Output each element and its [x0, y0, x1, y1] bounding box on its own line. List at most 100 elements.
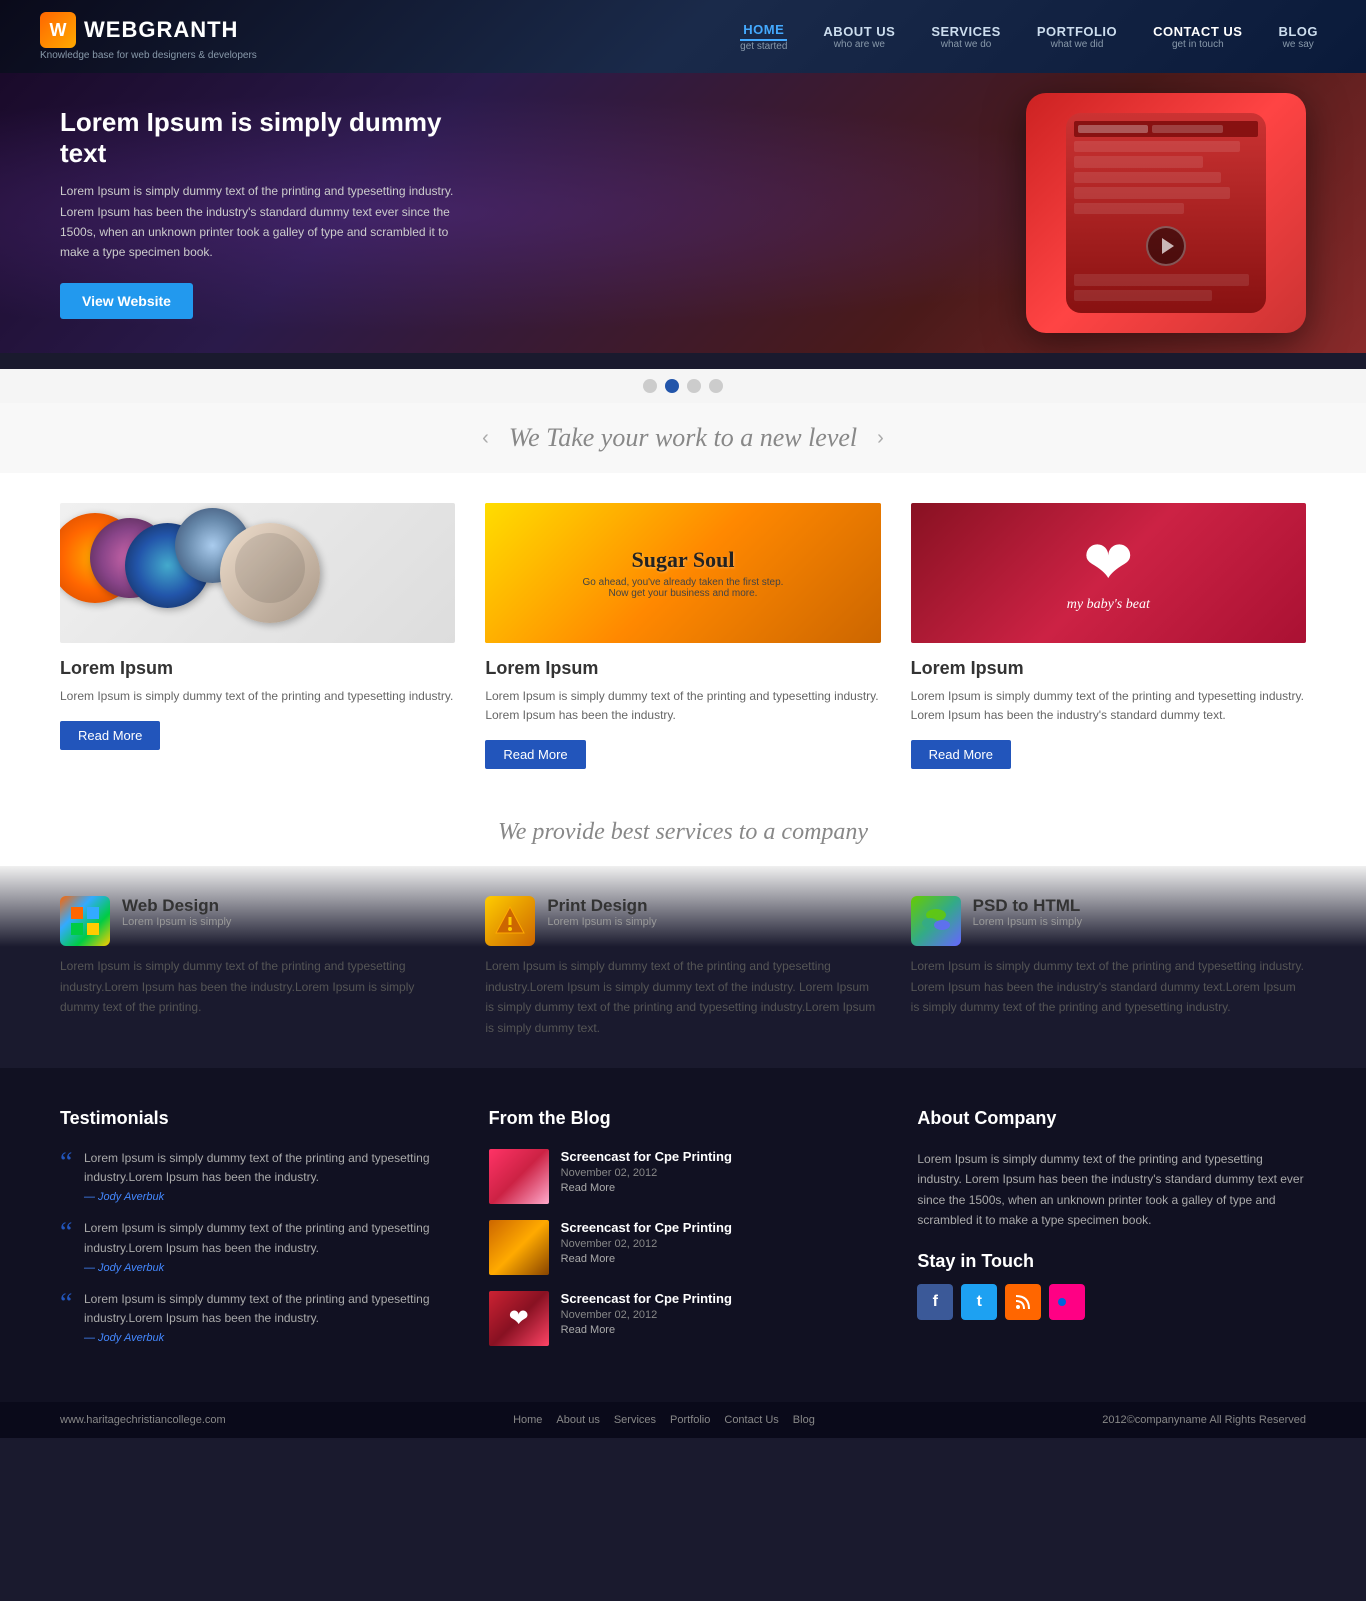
print-icon — [485, 896, 535, 946]
nav-services[interactable]: SERVICES what we do — [923, 20, 1009, 54]
portfolio-image-2: Sugar Soul Go ahead, you've already take… — [485, 503, 880, 643]
logo-area: W WEBGRANTH Knowledge base for web desig… — [40, 12, 257, 61]
services-tagline-text: We provide best services to a company — [60, 819, 1306, 846]
psd-title: PSD to HTML — [973, 896, 1082, 916]
quote-icon-1: “ — [60, 1149, 72, 1177]
testimonial-2: “ Lorem Ipsum is simply dummy text of th… — [60, 1219, 449, 1273]
nav-home[interactable]: HOME get started — [732, 18, 795, 56]
psd-icon — [911, 896, 961, 946]
nav-contact[interactable]: CONTACT US get in touch — [1145, 20, 1250, 54]
facebook-icon[interactable]: f — [917, 1284, 953, 1320]
flickr-icon[interactable] — [1049, 1284, 1085, 1320]
footer-link-portfolio[interactable]: Portfolio — [670, 1414, 710, 1426]
blog-read-more-2[interactable]: Read More — [561, 1253, 732, 1265]
logo-image: W WEBGRANTH — [40, 12, 257, 48]
portfolio-image-3: ❤ my baby's beat — [911, 503, 1306, 643]
print-desc: Lorem Ipsum is simply dummy text of the … — [485, 956, 880, 1038]
read-more-button-1[interactable]: Read More — [60, 721, 160, 750]
portfolio-title-2: Lorem Ipsum — [485, 658, 880, 679]
footer-url: www.haritagechristiancollege.com — [60, 1414, 226, 1426]
dot-1[interactable] — [643, 379, 657, 393]
read-more-button-3[interactable]: Read More — [911, 740, 1011, 769]
testimonials-title: Testimonials — [60, 1108, 449, 1129]
blog-content-2: Screencast for Cpe Printing November 02,… — [561, 1220, 732, 1265]
hero-text: Lorem Ipsum is simply dummy text of the … — [60, 181, 460, 263]
footer-link-home[interactable]: Home — [513, 1414, 542, 1426]
nav-services-label: SERVICES — [931, 24, 1001, 39]
nav-contact-sub: get in touch — [1153, 39, 1242, 50]
blog-read-more-3[interactable]: Read More — [561, 1324, 732, 1336]
footer-link-services[interactable]: Services — [614, 1414, 656, 1426]
about-column: About Company Lorem Ipsum is simply dumm… — [917, 1108, 1306, 1362]
blog-date-2: November 02, 2012 — [561, 1238, 732, 1250]
nav-services-sub: what we do — [931, 39, 1001, 50]
footer-bar: www.haritagechristiancollege.com Home Ab… — [0, 1402, 1366, 1438]
nav-about-label: ABOUT US — [823, 24, 895, 39]
hero-dots — [0, 369, 1366, 403]
nav-blog-sub: we say — [1278, 39, 1318, 50]
footer-link-contact[interactable]: Contact Us — [724, 1414, 778, 1426]
blog-title-2: Screencast for Cpe Printing — [561, 1220, 732, 1235]
blog-thumb-1 — [489, 1149, 549, 1204]
testimonial-author-3: — Jody Averbuk — [84, 1332, 449, 1344]
webdesign-desc: Lorem Ipsum is simply dummy text of the … — [60, 956, 455, 1017]
logo-icon: W — [40, 12, 76, 48]
next-arrow[interactable]: › — [857, 427, 904, 450]
testimonial-3: “ Lorem Ipsum is simply dummy text of th… — [60, 1290, 449, 1344]
nav-portfolio-label: PORTFOLIO — [1037, 24, 1117, 39]
hero-content: Lorem Ipsum is simply dummy text Lorem I… — [60, 107, 460, 319]
dot-4[interactable] — [709, 379, 723, 393]
psd-sub: Lorem Ipsum is simply — [973, 916, 1082, 928]
blog-title: From the Blog — [489, 1108, 878, 1129]
portfolio-section: Lorem Ipsum Lorem Ipsum is simply dummy … — [0, 473, 1366, 809]
service-print: Print Design Lorem Ipsum is simply Lorem… — [485, 896, 880, 1038]
testimonial-1: “ Lorem Ipsum is simply dummy text of th… — [60, 1149, 449, 1203]
blog-thumb-2 — [489, 1220, 549, 1275]
portfolio-title-1: Lorem Ipsum — [60, 658, 455, 679]
portfolio-title-3: Lorem Ipsum — [911, 658, 1306, 679]
portfolio-image-1 — [60, 503, 455, 643]
hero-image-area — [460, 93, 1306, 333]
dark-section: Testimonials “ Lorem Ipsum is simply dum… — [0, 1068, 1366, 1402]
stay-touch-title: Stay in Touch — [917, 1251, 1306, 1272]
blog-title-1: Screencast for Cpe Printing — [561, 1149, 732, 1164]
nav-home-sub: get started — [740, 41, 787, 52]
read-more-button-2[interactable]: Read More — [485, 740, 585, 769]
nav-home-label: HOME — [740, 22, 787, 41]
dot-3[interactable] — [687, 379, 701, 393]
logo-subtitle: Knowledge base for web designers & devel… — [40, 50, 257, 61]
footer-link-about[interactable]: About us — [556, 1414, 599, 1426]
service-print-header: Print Design Lorem Ipsum is simply — [485, 896, 880, 946]
portfolio-desc-2: Lorem Ipsum is simply dummy text of the … — [485, 687, 880, 725]
nav-contact-label: CONTACT US — [1153, 24, 1242, 39]
portfolio-grid: Lorem Ipsum Lorem Ipsum is simply dummy … — [60, 503, 1306, 769]
footer-link-blog[interactable]: Blog — [793, 1414, 815, 1426]
dot-2[interactable] — [665, 379, 679, 393]
view-website-button[interactable]: View Website — [60, 283, 193, 319]
testimonials-column: Testimonials “ Lorem Ipsum is simply dum… — [60, 1108, 449, 1362]
service-psd-header: PSD to HTML Lorem Ipsum is simply — [911, 896, 1306, 946]
testimonial-author-1: — Jody Averbuk — [84, 1191, 449, 1203]
blog-date-3: November 02, 2012 — [561, 1309, 732, 1321]
prev-arrow[interactable]: ‹ — [462, 427, 509, 450]
testimonial-text-1: Lorem Ipsum is simply dummy text of the … — [84, 1149, 449, 1187]
nav-portfolio[interactable]: PORTFOLIO what we did — [1029, 20, 1125, 54]
testimonial-author-2: — Jody Averbuk — [84, 1262, 449, 1274]
rss-icon[interactable] — [1005, 1284, 1041, 1320]
twitter-icon[interactable]: t — [961, 1284, 997, 1320]
blog-item-2: Screencast for Cpe Printing November 02,… — [489, 1220, 878, 1275]
phone-mockup — [1026, 93, 1306, 333]
webdesign-sub: Lorem Ipsum is simply — [122, 916, 231, 928]
header: W WEBGRANTH Knowledge base for web desig… — [0, 0, 1366, 73]
print-sub: Lorem Ipsum is simply — [547, 916, 656, 928]
nav-blog[interactable]: BLOG we say — [1270, 20, 1326, 54]
testimonial-text-3: Lorem Ipsum is simply dummy text of the … — [84, 1290, 449, 1328]
blog-column: From the Blog Screencast for Cpe Printin… — [489, 1108, 878, 1362]
nav-about[interactable]: ABOUT US who are we — [815, 20, 903, 54]
blog-read-more-1[interactable]: Read More — [561, 1182, 732, 1194]
services-tagline-section: We provide best services to a company — [0, 809, 1366, 866]
services-section: Web Design Lorem Ipsum is simply Lorem I… — [0, 866, 1366, 1068]
portfolio-desc-1: Lorem Ipsum is simply dummy text of the … — [60, 687, 455, 706]
service-webdesign: Web Design Lorem Ipsum is simply Lorem I… — [60, 896, 455, 1038]
hero-section: Lorem Ipsum is simply dummy text Lorem I… — [0, 73, 1366, 353]
